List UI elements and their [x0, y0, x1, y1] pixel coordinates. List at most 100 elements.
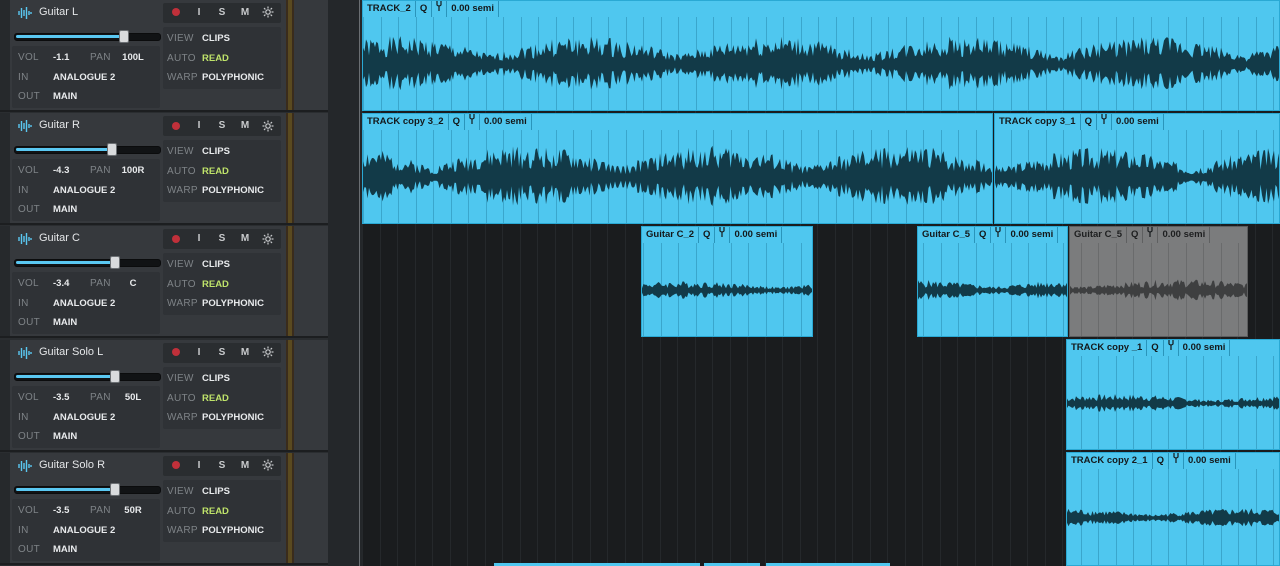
vol-value[interactable]: -3.5	[53, 392, 69, 403]
pitch-semitones[interactable]: 0.00 semi	[1006, 227, 1059, 243]
pitch-semitones[interactable]: 0.00 semi	[1158, 227, 1211, 243]
track-name[interactable]: Guitar Solo L	[39, 346, 103, 358]
pitch-semitones[interactable]: 0.00 semi	[1184, 453, 1236, 469]
clip-header[interactable]: TRACK copy _1 Q 0.00 semi	[1067, 340, 1231, 356]
record-arm-button[interactable]	[165, 116, 187, 136]
volume-fader[interactable]	[14, 30, 161, 43]
tuning-fork-icon[interactable]	[1097, 114, 1112, 130]
input-select[interactable]: ANALOGUE 2	[53, 72, 115, 83]
clip-header[interactable]: TRACK_2 Q 0.00 semi	[363, 1, 499, 17]
tuning-fork-icon[interactable]	[1169, 453, 1184, 469]
clip-header[interactable]: TRACK copy 2_1 Q 0.00 semi	[1067, 453, 1236, 469]
clip-name[interactable]: TRACK copy 3_2	[363, 114, 449, 130]
clip-header[interactable]: TRACK copy 3_2 Q 0.00 semi	[363, 114, 532, 130]
volume-fader[interactable]	[14, 369, 161, 383]
clip-name[interactable]: TRACK copy 2_1	[1067, 453, 1153, 469]
mute-button[interactable]: M	[234, 456, 256, 476]
clip-name[interactable]: TRACK_2	[363, 1, 416, 17]
track-header-5[interactable]: Guitar Solo R I S M VOL -3.5 PAN 50R IN …	[0, 452, 328, 565]
pan-value[interactable]: 100R	[116, 165, 150, 176]
audio-clip[interactable]: Guitar C_2 Q 0.00 semi	[641, 226, 813, 337]
pan-value[interactable]: C	[116, 278, 150, 289]
volume-fader-knob[interactable]	[107, 143, 118, 157]
volume-fader[interactable]	[14, 256, 161, 270]
input-monitor-button[interactable]: I	[188, 3, 210, 23]
tuning-fork-icon[interactable]	[1143, 227, 1159, 243]
warp-mode-select[interactable]: POLYPHONIC	[202, 412, 264, 423]
vol-value[interactable]: -3.5	[53, 505, 69, 516]
input-monitor-button[interactable]: I	[188, 229, 210, 249]
record-arm-button[interactable]	[165, 343, 187, 363]
tuning-fork-icon[interactable]	[432, 1, 448, 17]
view-select[interactable]: CLIPS	[202, 259, 230, 270]
warp-mode-select[interactable]: POLYPHONIC	[202, 72, 264, 83]
output-select[interactable]: MAIN	[53, 91, 77, 102]
pan-value[interactable]: 50L	[116, 392, 150, 403]
audio-clip[interactable]: TRACK copy 3_1 Q 0.00 semi	[994, 113, 1280, 224]
mute-button[interactable]: M	[234, 3, 256, 23]
volume-fader-knob[interactable]	[110, 369, 121, 383]
audio-clip[interactable]: TRACK copy 3_2 Q 0.00 semi	[362, 113, 993, 224]
pan-value[interactable]: 100L	[116, 52, 150, 63]
audio-clip[interactable]: TRACK copy 2_1 Q 0.00 semi	[1066, 452, 1280, 566]
warp-mode-select[interactable]: POLYPHONIC	[202, 525, 264, 536]
solo-button[interactable]: S	[211, 343, 233, 363]
mute-button[interactable]: M	[234, 229, 256, 249]
volume-fader-knob[interactable]	[110, 256, 121, 270]
view-select[interactable]: CLIPS	[202, 33, 230, 44]
track-name[interactable]: Guitar L	[39, 6, 78, 18]
track-header-3[interactable]: Guitar C I S M VOL -3.4 PAN C IN ANALOGU…	[0, 226, 328, 339]
input-select[interactable]: ANALOGUE 2	[53, 185, 115, 196]
track-settings-button[interactable]	[257, 456, 279, 476]
output-select[interactable]: MAIN	[53, 317, 77, 328]
output-select[interactable]: MAIN	[53, 544, 77, 555]
input-monitor-button[interactable]: I	[188, 116, 210, 136]
track-header-4[interactable]: Guitar Solo L I S M VOL -3.5 PAN 50L IN …	[0, 339, 328, 452]
warp-mode-select[interactable]: POLYPHONIC	[202, 298, 264, 309]
record-arm-button[interactable]	[165, 229, 187, 249]
clip-name[interactable]: Guitar C_2	[642, 227, 700, 243]
input-select[interactable]: ANALOGUE 2	[53, 525, 115, 536]
quantize-toggle[interactable]: Q	[1081, 114, 1097, 130]
clip-header[interactable]: Guitar C_2 Q 0.00 semi	[642, 227, 783, 243]
automation-mode-select[interactable]: READ	[202, 279, 229, 290]
volume-fader[interactable]	[14, 143, 161, 157]
audio-clip[interactable]: TRACK_2 Q 0.00 semi	[362, 0, 1280, 111]
track-settings-button[interactable]	[257, 229, 279, 249]
track-settings-button[interactable]	[257, 116, 279, 136]
output-select[interactable]: MAIN	[53, 431, 77, 442]
quantize-toggle[interactable]: Q	[699, 227, 716, 243]
solo-button[interactable]: S	[211, 116, 233, 136]
pitch-semitones[interactable]: 0.00 semi	[447, 1, 499, 17]
mute-button[interactable]: M	[234, 343, 256, 363]
solo-button[interactable]: S	[211, 3, 233, 23]
quantize-toggle[interactable]: Q	[975, 227, 992, 243]
volume-fader-knob[interactable]	[110, 482, 121, 496]
input-monitor-button[interactable]: I	[188, 456, 210, 476]
clip-header[interactable]: TRACK copy 3_1 Q 0.00 semi	[995, 114, 1164, 130]
tuning-fork-icon[interactable]	[1164, 340, 1179, 356]
track-name[interactable]: Guitar C	[39, 232, 80, 244]
track-settings-button[interactable]	[257, 3, 279, 23]
pitch-semitones[interactable]: 0.00 semi	[480, 114, 532, 130]
quantize-toggle[interactable]: Q	[1147, 340, 1164, 356]
clip-name[interactable]: TRACK copy 3_1	[995, 114, 1081, 130]
track-settings-button[interactable]	[257, 343, 279, 363]
quantize-toggle[interactable]: Q	[1153, 453, 1169, 469]
volume-fader-knob[interactable]	[118, 30, 129, 43]
clip-name[interactable]: Guitar C_5	[918, 227, 976, 243]
automation-mode-select[interactable]: READ	[202, 393, 229, 404]
warp-mode-select[interactable]: POLYPHONIC	[202, 185, 264, 196]
pitch-semitones[interactable]: 0.00 semi	[730, 227, 783, 243]
view-select[interactable]: CLIPS	[202, 146, 230, 157]
quantize-toggle[interactable]: Q	[1127, 227, 1144, 243]
track-header-1[interactable]: Guitar L I S M VOL -1.1 PAN 100L IN ANAL…	[0, 0, 328, 112]
clip-header[interactable]: Guitar C_5 Q 0.00 semi	[918, 227, 1059, 243]
tuning-fork-icon[interactable]	[465, 114, 480, 130]
audio-clip[interactable]: TRACK copy _1 Q 0.00 semi	[1066, 339, 1280, 450]
track-header-2[interactable]: Guitar R I S M VOL -4.3 PAN 100R IN ANAL…	[0, 113, 328, 226]
quantize-toggle[interactable]: Q	[449, 114, 465, 130]
audio-clip[interactable]: Guitar C_5 Q 0.00 semi	[917, 226, 1068, 337]
track-name[interactable]: Guitar R	[39, 119, 80, 131]
clip-name[interactable]: Guitar C_5	[1070, 227, 1128, 243]
